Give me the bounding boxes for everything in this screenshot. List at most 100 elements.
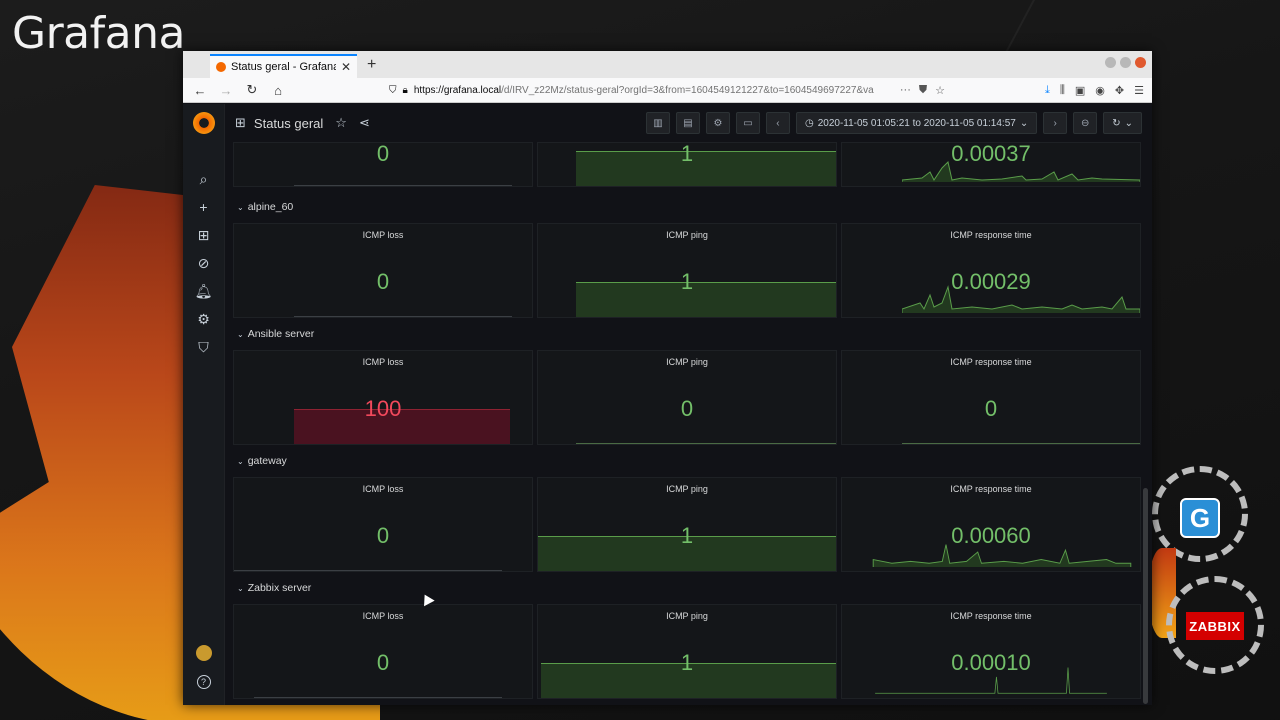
url-domain: https://grafana.local — [413, 84, 502, 96]
icmp-loss-panel[interactable]: 0 — [233, 142, 533, 187]
explore-icon[interactable]: ⊘ — [195, 254, 213, 272]
chevron-down-icon: ⌄ — [1019, 117, 1029, 129]
brand-title: Grafana — [12, 8, 185, 59]
panel-row: ICMP loss 0 ICMP ping 1 ICMP response ti… — [233, 477, 1141, 572]
row-header-gateway[interactable]: ⌄ gateway — [233, 445, 1141, 477]
dashboards-icon[interactable]: ⊞ — [195, 226, 213, 244]
icmp-response-panel[interactable]: ICMP response time 0.00010 — [841, 604, 1141, 699]
close-window-icon[interactable] — [1135, 57, 1146, 68]
library-icon[interactable]: ⫼ — [1060, 84, 1065, 97]
icmp-ping-panel[interactable]: 1 — [537, 142, 837, 187]
row-title: alpine_60 — [247, 201, 294, 213]
panel-baseline — [902, 443, 1140, 444]
time-back-icon[interactable]: ‹ — [765, 112, 790, 134]
share-icon[interactable]: ⋖ — [359, 115, 370, 131]
browser-tab[interactable]: Status geral - Grafana ✕ — [210, 54, 357, 78]
zoom-out-icon[interactable]: ⊖ — [1073, 112, 1098, 134]
user-avatar[interactable] — [195, 645, 212, 661]
refresh-button[interactable]: ↻ ⌄ — [1103, 112, 1142, 134]
forward-icon[interactable]: → — [217, 83, 235, 98]
dashboard-buttons: ▥ ▤ ⚙ ▭ ‹ ◷ 2020-11-05 01:05:21 to 2020-… — [645, 112, 1142, 134]
panel-value: 1 — [680, 523, 694, 548]
browser-navbar: ← → ↻ ⌂ ⛉ 🔒︎ https://grafana.local/d/IRV… — [183, 78, 1152, 103]
icmp-ping-panel[interactable]: ICMP ping 1 — [537, 223, 837, 318]
panel-row: ICMP loss 0 ICMP ping 1 ICMP response ti… — [233, 223, 1141, 318]
panel-value: 0.00029 — [951, 269, 1031, 294]
panel-value: 0 — [376, 523, 390, 548]
url-bar[interactable]: ⛉ 🔒︎ https://grafana.local/d/IRV_z22Mz/s… — [385, 81, 945, 100]
chevron-down-icon: ⌄ — [237, 329, 244, 339]
download-icon[interactable]: ⤓ — [1045, 84, 1050, 97]
search-icon[interactable]: ⌕ — [195, 170, 213, 188]
close-tab-icon[interactable]: ✕ — [341, 60, 351, 74]
add-panel-icon[interactable]: ▥ — [645, 112, 670, 134]
chevron-down-icon: ⌄ — [237, 202, 244, 212]
panel-title: ICMP response time — [950, 230, 1032, 240]
icmp-loss-panel[interactable]: ICMP loss 0 — [233, 604, 533, 699]
config-icon[interactable]: ⚙ — [195, 310, 213, 328]
back-icon[interactable]: ← — [191, 83, 209, 98]
panel-value: 0 — [376, 650, 390, 675]
new-tab-icon[interactable]: + — [367, 56, 376, 74]
maximize-window-icon[interactable] — [1120, 57, 1131, 68]
panel-title: ICMP loss — [362, 230, 404, 240]
panel-value: 0 — [376, 142, 390, 166]
panel-value: 1 — [680, 269, 694, 294]
plus-icon[interactable]: + — [195, 198, 213, 216]
sidebar-icon[interactable]: ▣ — [1075, 84, 1085, 97]
reload-icon[interactable]: ↻ — [243, 82, 261, 98]
page-actions-icon[interactable]: ··· — [900, 84, 911, 97]
panel-value: 100 — [364, 396, 402, 421]
icmp-response-panel[interactable]: ICMP response time 0.00060 — [841, 477, 1141, 572]
scrollbar-thumb[interactable] — [1143, 488, 1148, 704]
panel-value: 1 — [680, 650, 694, 675]
panel-title: ICMP response time — [950, 611, 1032, 621]
shield-icon[interactable]: ⛉ — [195, 338, 213, 356]
icmp-response-panel[interactable]: ICMP response time 0 — [841, 350, 1141, 445]
dashboard-rows: 0 1 0.00037 ⌄ alpine_60 ICMP loss 0 ICMP… — [233, 142, 1141, 699]
help-icon[interactable]: ? — [196, 675, 211, 689]
row-header-ansible-server[interactable]: ⌄ Ansible server — [233, 318, 1141, 350]
panel-value: 0.00060 — [951, 523, 1031, 548]
panel-title: ICMP loss — [362, 484, 404, 494]
menu-icon[interactable]: ☰ — [1134, 84, 1144, 97]
dashboard-scrollbar[interactable] — [1142, 224, 1148, 704]
home-icon[interactable]: ⌂ — [269, 83, 287, 98]
panel-row: ICMP loss 0 ICMP ping 1 ICMP response ti… — [233, 604, 1141, 699]
star-icon[interactable]: ☆ — [335, 115, 347, 131]
minimize-window-icon[interactable] — [1105, 57, 1116, 68]
account-icon[interactable]: ◉ — [1095, 84, 1105, 97]
icmp-loss-panel[interactable]: ICMP loss 0 — [233, 477, 533, 572]
extension-icon[interactable]: ✥ — [1115, 84, 1124, 97]
tv-icon[interactable]: ▭ — [735, 112, 760, 134]
row-header-alpine-60[interactable]: ⌄ alpine_60 — [233, 191, 1141, 223]
grafana-home-logo-icon[interactable] — [192, 112, 215, 134]
tab-strip: Status geral - Grafana ✕ + — [183, 51, 1152, 78]
icmp-response-panel[interactable]: 0.00037 — [841, 142, 1141, 187]
icmp-response-panel[interactable]: ICMP response time 0.00029 — [841, 223, 1141, 318]
refresh-icon: ↻ — [1112, 117, 1121, 129]
time-forward-icon[interactable]: › — [1043, 112, 1068, 134]
row-title: gateway — [247, 455, 287, 467]
icmp-ping-panel[interactable]: ICMP ping 1 — [537, 477, 837, 572]
icmp-ping-panel[interactable]: ICMP ping 0 — [537, 350, 837, 445]
panel-value: 0 — [680, 396, 694, 421]
icmp-loss-panel[interactable]: ICMP loss 100 — [233, 350, 533, 445]
url-text: https://grafana.local/d/IRV_z22Mz/status… — [414, 85, 874, 96]
settings-icon[interactable]: ⚙ — [705, 112, 730, 134]
side-menu-bottom: ? — [195, 645, 212, 689]
bookmark-star-icon[interactable]: ☆ — [935, 84, 945, 97]
chevron-down-icon: ⌄ — [237, 583, 244, 593]
pocket-icon[interactable]: ⛊ — [919, 84, 927, 97]
icmp-loss-panel[interactable]: ICMP loss 0 — [233, 223, 533, 318]
dashboard-title[interactable]: Status geral — [254, 116, 323, 131]
save-icon[interactable]: ▤ — [675, 112, 700, 134]
g-badge-icon: G — [1180, 498, 1220, 538]
refresh-chevron-icon: ⌄ — [1124, 117, 1133, 129]
alerting-icon[interactable]: 🔔︎ — [195, 282, 213, 300]
time-picker[interactable]: ◷ 2020-11-05 01:05:21 to 2020-11-05 01:1… — [795, 112, 1038, 134]
icmp-ping-panel[interactable]: ICMP ping 1 — [537, 604, 837, 699]
row-header-zabbix-server[interactable]: ⌄ Zabbix server — [233, 572, 1141, 604]
panel-baseline — [234, 570, 502, 571]
tab-title: Status geral - Grafana — [231, 61, 336, 73]
